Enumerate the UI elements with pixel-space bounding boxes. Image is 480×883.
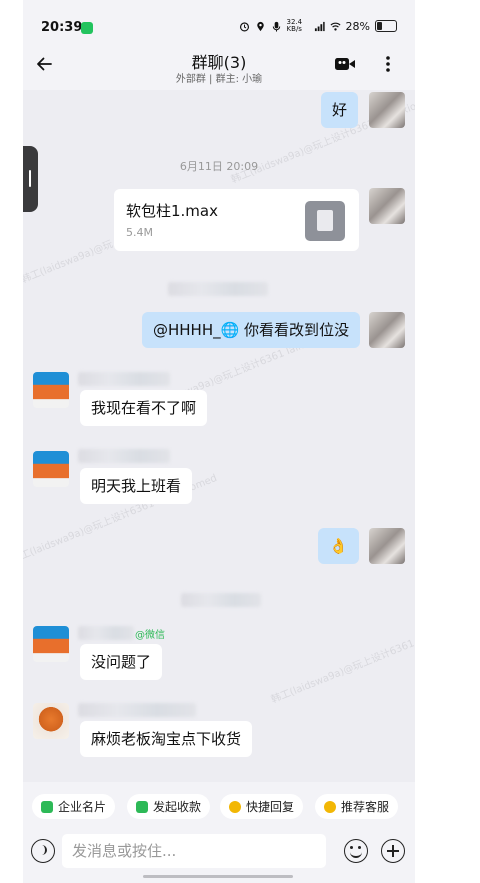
timestamp: 6月11日 20:09 [179, 160, 259, 173]
wifi-icon [330, 22, 341, 31]
avatar[interactable] [369, 188, 405, 224]
video-call-icon[interactable] [334, 56, 356, 72]
business-card-icon [41, 800, 53, 813]
top-bar: 20:39 32.4 KB/s 28% 群聊(3) 外部群 | 群主: 小瑜 [23, 0, 415, 90]
avatar[interactable] [33, 372, 69, 408]
message-text: 明天我上班看 [91, 477, 182, 495]
status-right: 32.4 KB/s 28% [239, 19, 397, 33]
blurred-sender-name [78, 449, 170, 463]
mic-icon [272, 21, 280, 32]
emoji-icon[interactable] [344, 839, 368, 863]
wechat-notification-icon [81, 22, 93, 34]
business-card-button[interactable]: 企业名片 [32, 794, 116, 819]
battery-percent: 28% [345, 19, 370, 33]
home-indicator [143, 875, 293, 878]
avatar[interactable] [369, 312, 405, 348]
chat-area[interactable]: 韩工(laidswa9a)@玩上设计6361 laimexiomed 韩工(la… [23, 90, 415, 780]
message-bubble-self[interactable]: 👌 [318, 528, 359, 564]
avatar[interactable] [369, 92, 405, 128]
quick-action-label: 发起收款 [153, 800, 202, 814]
file-name: 软包柱1.max [126, 202, 218, 220]
wechat-tag: @微信 [135, 630, 165, 641]
side-drawer-handle[interactable] [23, 146, 38, 212]
message-text: 我现在看不了啊 [91, 399, 197, 417]
message-bubble-other[interactable]: 没问题了 [80, 644, 163, 680]
more-options-icon[interactable] [381, 54, 395, 74]
recommend-icon [324, 800, 336, 813]
message-text: 麻烦老板淘宝点下收货 [91, 730, 242, 748]
blurred-sender-name [78, 626, 134, 640]
message-input[interactable]: 发消息或按住... [62, 834, 326, 868]
file-message[interactable]: 软包柱1.max 5.4M [114, 189, 359, 251]
quick-actions-bar: 企业名片 发起收款 快捷回复 推荐客服 [23, 782, 415, 830]
quick-reply-icon [229, 800, 241, 813]
file-icon [305, 201, 345, 241]
blurred-notice [181, 593, 261, 607]
network-speed: 32.4 KB/s [286, 18, 303, 33]
message-bubble-self[interactable]: 好 [321, 92, 359, 128]
message-text: @HHHH_🌐 你看看改到位没 [153, 321, 350, 339]
quick-action-label: 快捷回复 [246, 800, 295, 814]
message-text: 👌 [329, 537, 348, 555]
message-bubble-self[interactable]: @HHHH_🌐 你看看改到位没 [142, 312, 361, 348]
message-bubble-other[interactable]: 麻烦老板淘宝点下收货 [80, 721, 253, 757]
message-bubble-other[interactable]: 明天我上班看 [80, 468, 193, 504]
voice-input-icon[interactable] [31, 839, 55, 863]
avatar[interactable] [369, 528, 405, 564]
quick-reply-button[interactable]: 快捷回复 [220, 794, 304, 819]
avatar[interactable] [33, 703, 69, 739]
blurred-notice [168, 282, 268, 296]
watermark: 韩工(laidswa9a)@玩上设计6361 laimexiomed [269, 613, 415, 706]
avatar[interactable] [33, 626, 69, 662]
battery-icon [375, 20, 397, 32]
recommend-agent-button[interactable]: 推荐客服 [315, 794, 399, 819]
plus-icon[interactable] [381, 839, 405, 863]
collect-payment-button[interactable]: 发起收款 [127, 794, 211, 819]
phone-screen: 20:39 32.4 KB/s 28% 群聊(3) 外部群 | 群主: 小瑜 韩… [23, 0, 415, 883]
signal-icon [314, 21, 325, 31]
message-text: 好 [332, 101, 348, 119]
payment-icon [136, 800, 148, 813]
message-bubble-other[interactable]: 我现在看不了啊 [80, 390, 208, 426]
message-text: 没问题了 [91, 653, 152, 671]
blurred-sender-name [78, 372, 170, 386]
location-icon [256, 21, 264, 31]
blurred-sender-name [78, 703, 196, 717]
status-bar: 20:39 32.4 KB/s 28% [23, 14, 415, 44]
alarm-icon [239, 21, 249, 31]
quick-action-label: 企业名片 [58, 800, 107, 814]
quick-action-label: 推荐客服 [341, 800, 390, 814]
status-time: 20:39 [41, 20, 83, 35]
avatar[interactable] [33, 451, 69, 487]
file-size: 5.4M [126, 226, 153, 239]
chat-subtitle: 外部群 | 群主: 小瑜 [175, 74, 263, 85]
